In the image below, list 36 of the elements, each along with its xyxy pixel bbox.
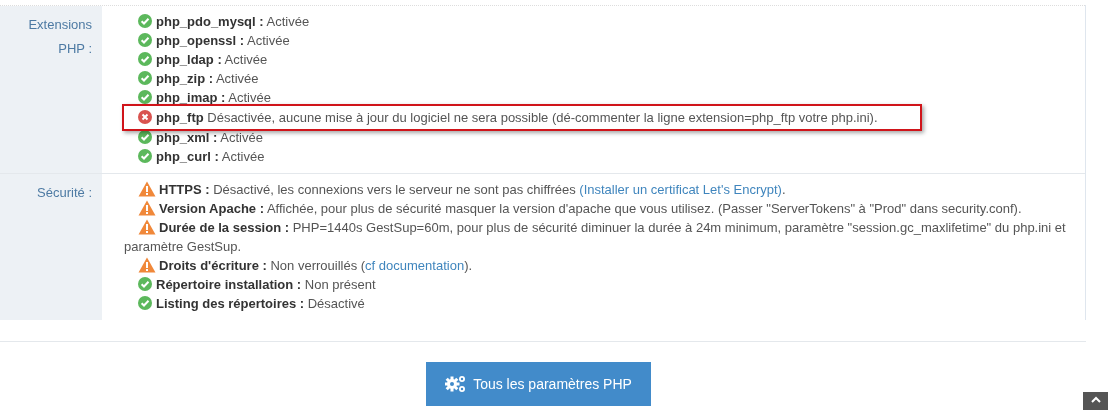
status-line: php_xml : Activée	[102, 128, 1085, 147]
status-line: php_pdo_mysql : Activée	[102, 12, 1085, 31]
warning-icon	[138, 200, 156, 216]
check-circle-icon	[138, 71, 152, 85]
check-circle-icon	[138, 14, 152, 28]
status-line: php_ldap : Activée	[102, 50, 1085, 69]
scroll-top-button[interactable]	[1083, 392, 1108, 410]
status-line: php_imap : Activée	[102, 88, 1085, 107]
check-circle-icon	[138, 90, 152, 104]
warning-icon	[138, 219, 156, 235]
status-line: Listing des répertoires : Désactivé	[102, 294, 1085, 313]
status-line: php_zip : Activée	[102, 69, 1085, 88]
check-circle-icon	[138, 296, 152, 310]
status-line: php_openssl : Activée	[102, 31, 1085, 50]
documentation-link[interactable]: cf documentation	[365, 258, 465, 273]
documentation-link[interactable]: (Installer un certificat Let's Encrypt)	[579, 182, 782, 197]
status-line: Droits d'écriture : Non verrouillés (cf documentation).	[102, 256, 1085, 275]
status-line: php_curl : Activée	[102, 147, 1085, 166]
status-line: Durée de la session : PHP=1440s GestSup=60m, pour plus de sécurité diminuer la durée à 24m minimum, paramètre "session.gc_maxlifetime" du php.ini et paramètre GestSup.	[123, 218, 1067, 256]
check-circle-icon	[138, 52, 152, 66]
chevron-up-icon	[1090, 396, 1101, 403]
section-label: Extensions PHP :	[28, 17, 92, 56]
status-line: HTTPS : Désactivé, les connexions vers le serveur ne sont pas chiffrées (Installer un certificat Let's Encrypt).	[102, 180, 1085, 199]
status-line: Répertoire installation : Non présent	[102, 275, 1085, 294]
php-settings-button[interactable]: Tous les paramètres PHP	[426, 362, 651, 406]
error-circle-icon	[138, 110, 152, 124]
gears-icon	[445, 375, 468, 393]
status-line: php_ftp Désactivée, aucune mise à jour du logiciel ne sera possible (dé-commenter la ligne extension=php_ftp votre php.ini).	[124, 108, 920, 127]
check-circle-icon	[138, 277, 152, 291]
check-circle-icon	[138, 149, 152, 163]
check-circle-icon	[138, 130, 152, 144]
status-line: Version Apache : Affichée, pour plus de sécurité masquer la version d'apache que vous utilisez. (Passer "ServerTokens" à "Prod" dans security.conf).	[102, 199, 1085, 218]
section-label: Sécurité :	[37, 185, 92, 200]
check-circle-icon	[138, 33, 152, 47]
warning-icon	[138, 181, 156, 197]
warning-icon	[138, 257, 156, 273]
